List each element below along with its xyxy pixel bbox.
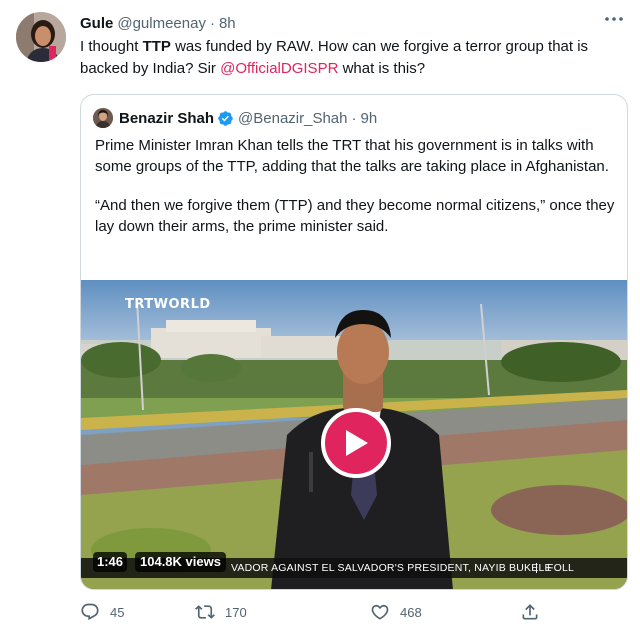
avatar[interactable] — [16, 12, 66, 62]
play-icon — [346, 430, 368, 456]
tweet-header: Gule @gulmeenay · 8h — [80, 12, 236, 34]
tweet-text-part: I thought — [80, 38, 143, 55]
tweet-text-bold: TTP — [142, 38, 171, 55]
play-button[interactable] — [321, 408, 391, 478]
tweet: Gule @gulmeenay · 8h I thought TTP was f… — [0, 0, 640, 631]
timestamp[interactable]: 8h — [219, 15, 236, 32]
ticker-text: VADOR AGAINST EL SALVADOR'S PRESIDENT, N… — [231, 562, 552, 574]
retweet-icon — [195, 605, 215, 619]
share-button[interactable] — [520, 600, 550, 624]
channel-logo: TRTWORLD — [125, 297, 211, 312]
tweet-text-part: what is this? — [338, 60, 426, 77]
video-views: 104.8K views — [135, 552, 226, 572]
author-handle[interactable]: @gulmeenay — [117, 15, 206, 32]
like-button[interactable]: 468 — [370, 600, 422, 624]
verified-badge-icon — [217, 110, 234, 127]
quoted-tweet[interactable]: Benazir Shah @Benazir_Shah · 9h Prime Mi… — [80, 94, 628, 590]
share-icon — [522, 604, 538, 620]
ticker-end-text: FOLL — [547, 562, 575, 574]
action-bar: 45 170 468 — [80, 600, 550, 626]
separator: · — [351, 109, 357, 127]
reply-icon — [81, 603, 99, 621]
reply-button[interactable]: 45 — [80, 600, 124, 624]
retweet-count: 170 — [225, 604, 247, 620]
retweet-button[interactable]: 170 — [195, 600, 247, 624]
like-count: 468 — [400, 604, 422, 620]
quote-paragraph: “And then we forgive them (TTP) and they… — [95, 197, 615, 235]
mention-link[interactable]: @OfficialDGISPR — [220, 60, 338, 77]
quote-timestamp[interactable]: 9h — [361, 110, 378, 127]
quote-author-handle[interactable]: @Benazir_Shah — [238, 110, 347, 127]
reply-count: 45 — [110, 604, 125, 620]
author-name[interactable]: Gule — [80, 15, 113, 32]
tweet-text: I thought TTP was funded by RAW. How can… — [80, 36, 625, 80]
video-duration: 1:46 — [93, 552, 128, 572]
like-icon — [371, 604, 389, 620]
video-player[interactable]: TRTWORLD VADOR AGAINST EL SALVADOR'S PRE… — [81, 280, 627, 589]
separator: · — [209, 14, 215, 32]
quote-text: Prime Minister Imran Khan tells the TRT … — [95, 135, 615, 237]
quote-avatar[interactable] — [93, 108, 113, 128]
quote-paragraph: Prime Minister Imran Khan tells the TRT … — [95, 137, 609, 175]
more-horizontal-icon[interactable] — [600, 10, 628, 34]
ticker-divider — [536, 563, 537, 573]
quote-author-name[interactable]: Benazir Shah — [119, 110, 214, 127]
quote-header: Benazir Shah @Benazir_Shah · 9h — [93, 107, 377, 129]
